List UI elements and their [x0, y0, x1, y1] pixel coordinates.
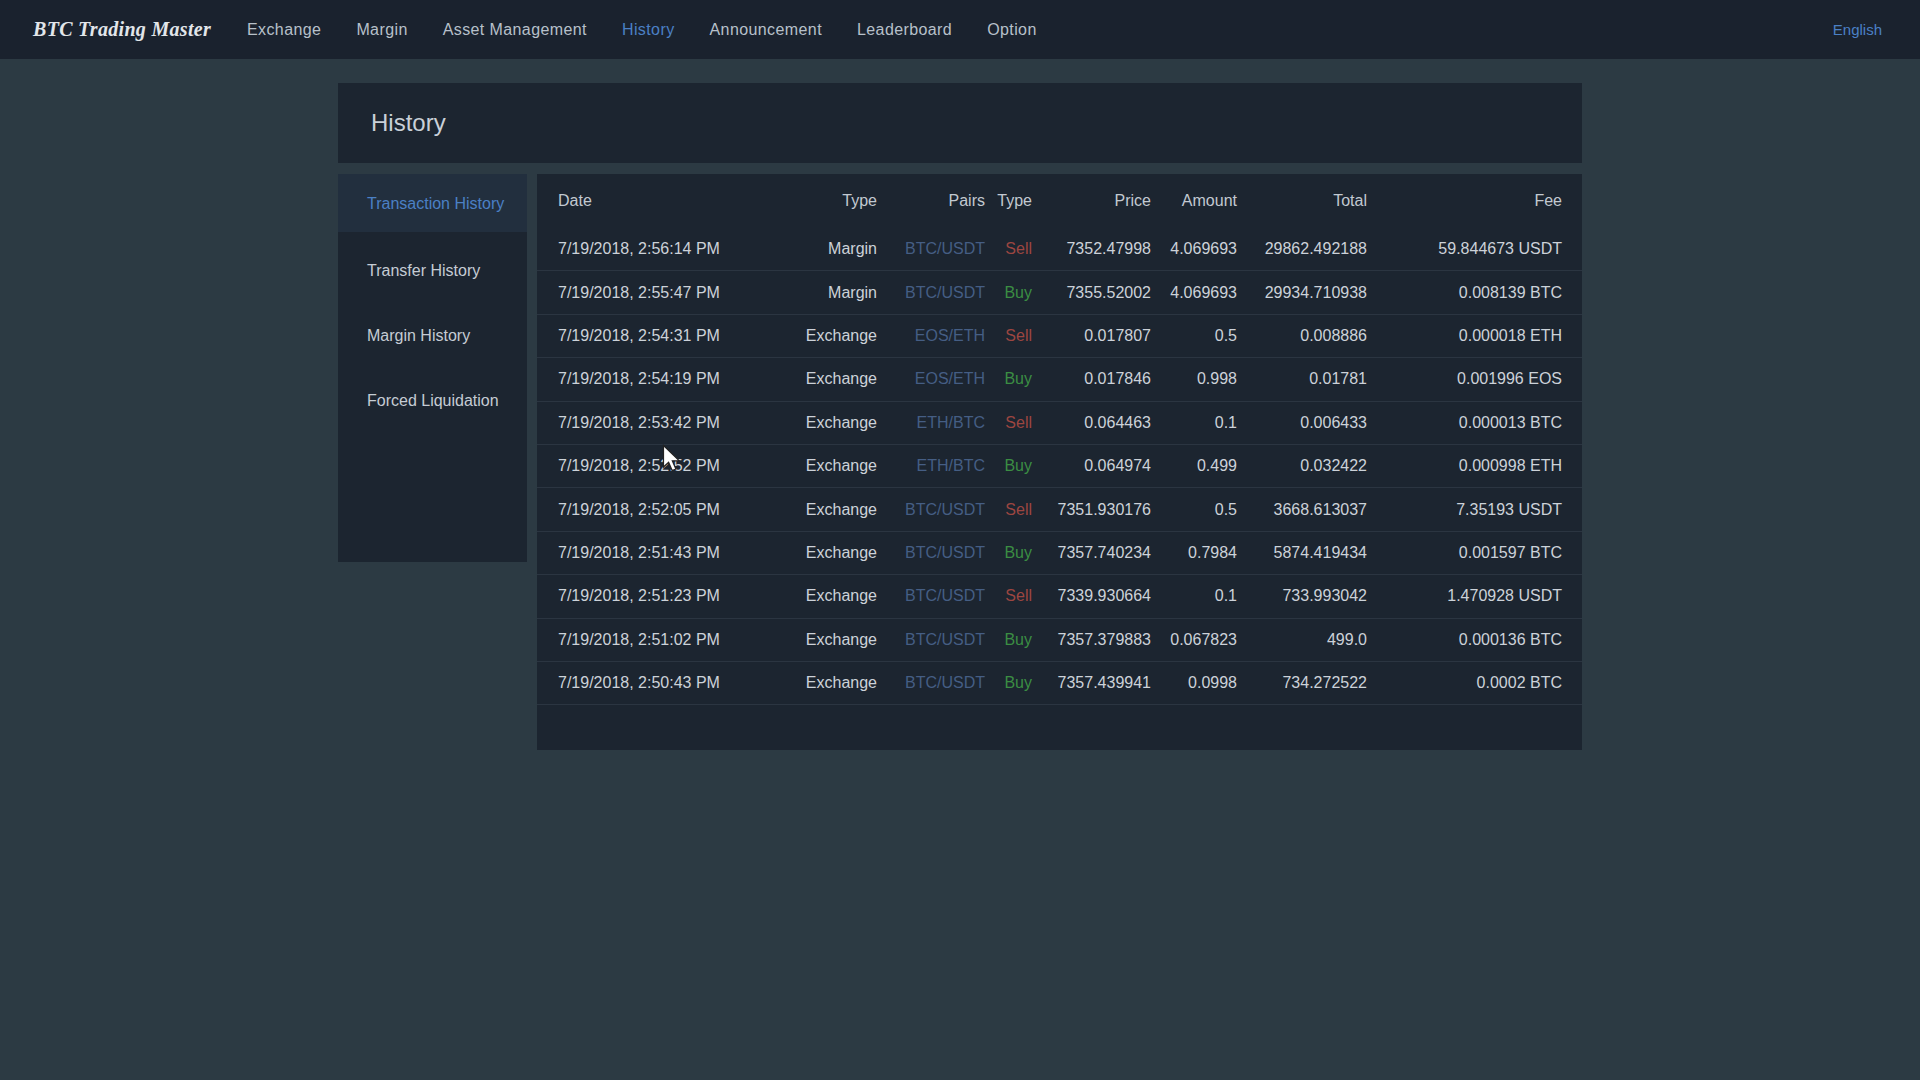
- nav-item-option[interactable]: Option: [987, 21, 1037, 39]
- table-row: 7/19/2018, 2:50:43 PMExchangeBTC/USDTBuy…: [537, 662, 1582, 705]
- table-header-row: DateTypePairsTypePriceAmountTotalFee: [537, 174, 1582, 228]
- cell-fee: 7.35193 USDT: [537, 488, 1562, 530]
- cell-fee: 1.470928 USDT: [537, 575, 1562, 617]
- main-nav: Exchange Margin Asset Management History Ann…: [247, 0, 1037, 59]
- cell-fee: 0.0002 BTC: [537, 662, 1562, 704]
- table-row: 7/19/2018, 2:56:14 PMMarginBTC/USDTSell7…: [537, 228, 1582, 271]
- table-row: 7/19/2018, 2:51:43 PMExchangeBTC/USDTBuy…: [537, 532, 1582, 575]
- nav-item-margin[interactable]: Margin: [356, 21, 407, 39]
- cell-fee: 0.000013 BTC: [537, 402, 1562, 444]
- transaction-table: DateTypePairsTypePriceAmountTotalFee7/19…: [537, 174, 1582, 750]
- cell-fee: 0.000998 ETH: [537, 445, 1562, 487]
- sidebar-item-transaction-history[interactable]: Transaction History: [338, 174, 527, 232]
- table-row: 7/19/2018, 2:55:47 PMMarginBTC/USDTBuy73…: [537, 271, 1582, 314]
- history-sidebar: Transaction History Transfer History Margi…: [338, 174, 527, 562]
- page-title: History: [338, 83, 1582, 163]
- cell-fee: 59.844673 USDT: [537, 228, 1562, 270]
- nav-item-exchange[interactable]: Exchange: [247, 21, 321, 39]
- nav-item-asset-management[interactable]: Asset Management: [443, 21, 587, 39]
- table-row: 7/19/2018, 2:54:31 PMExchangeEOS/ETHSell…: [537, 315, 1582, 358]
- brand-logo[interactable]: BTC Trading Master: [33, 0, 211, 59]
- cell-fee: 0.001996 EOS: [537, 358, 1562, 400]
- table-row: 7/19/2018, 2:52:52 PMExchangeETH/BTCBuy0…: [537, 445, 1582, 488]
- mouse-cursor: [662, 444, 684, 476]
- sidebar-item-margin-history[interactable]: Margin History: [338, 306, 527, 362]
- cell-fee: 0.001597 BTC: [537, 532, 1562, 574]
- table-row: 7/19/2018, 2:52:05 PMExchangeBTC/USDTSel…: [537, 488, 1582, 531]
- nav-item-history[interactable]: History: [622, 21, 675, 39]
- cell-fee: 0.008139 BTC: [537, 271, 1562, 313]
- nav-item-announcement[interactable]: Announcement: [710, 21, 822, 39]
- sidebar-item-transfer-history[interactable]: Transfer History: [338, 241, 527, 297]
- table-row: 7/19/2018, 2:53:42 PMExchangeETH/BTCSell…: [537, 402, 1582, 445]
- table-row: 7/19/2018, 2:51:02 PMExchangeBTC/USDTBuy…: [537, 619, 1582, 662]
- cell-fee: 0.000018 ETH: [537, 315, 1562, 357]
- top-navbar: BTC Trading Master Exchange Margin Asset M…: [0, 0, 1920, 59]
- page: { "navbar": { "brand": "BTC Trading Mast…: [0, 0, 1920, 1080]
- table-row: 7/19/2018, 2:54:19 PMExchangeEOS/ETHBuy0…: [537, 358, 1582, 401]
- page-header-panel: History: [338, 83, 1582, 163]
- column-header-fee: Fee: [537, 174, 1562, 228]
- sidebar-item-forced-liquidation[interactable]: Forced Liquidation: [338, 371, 527, 427]
- nav-item-leaderboard[interactable]: Leaderboard: [857, 21, 952, 39]
- language-selector[interactable]: English: [1833, 0, 1882, 59]
- cell-fee: 0.000136 BTC: [537, 619, 1562, 661]
- table-row: 7/19/2018, 2:51:23 PMExchangeBTC/USDTSel…: [537, 575, 1582, 618]
